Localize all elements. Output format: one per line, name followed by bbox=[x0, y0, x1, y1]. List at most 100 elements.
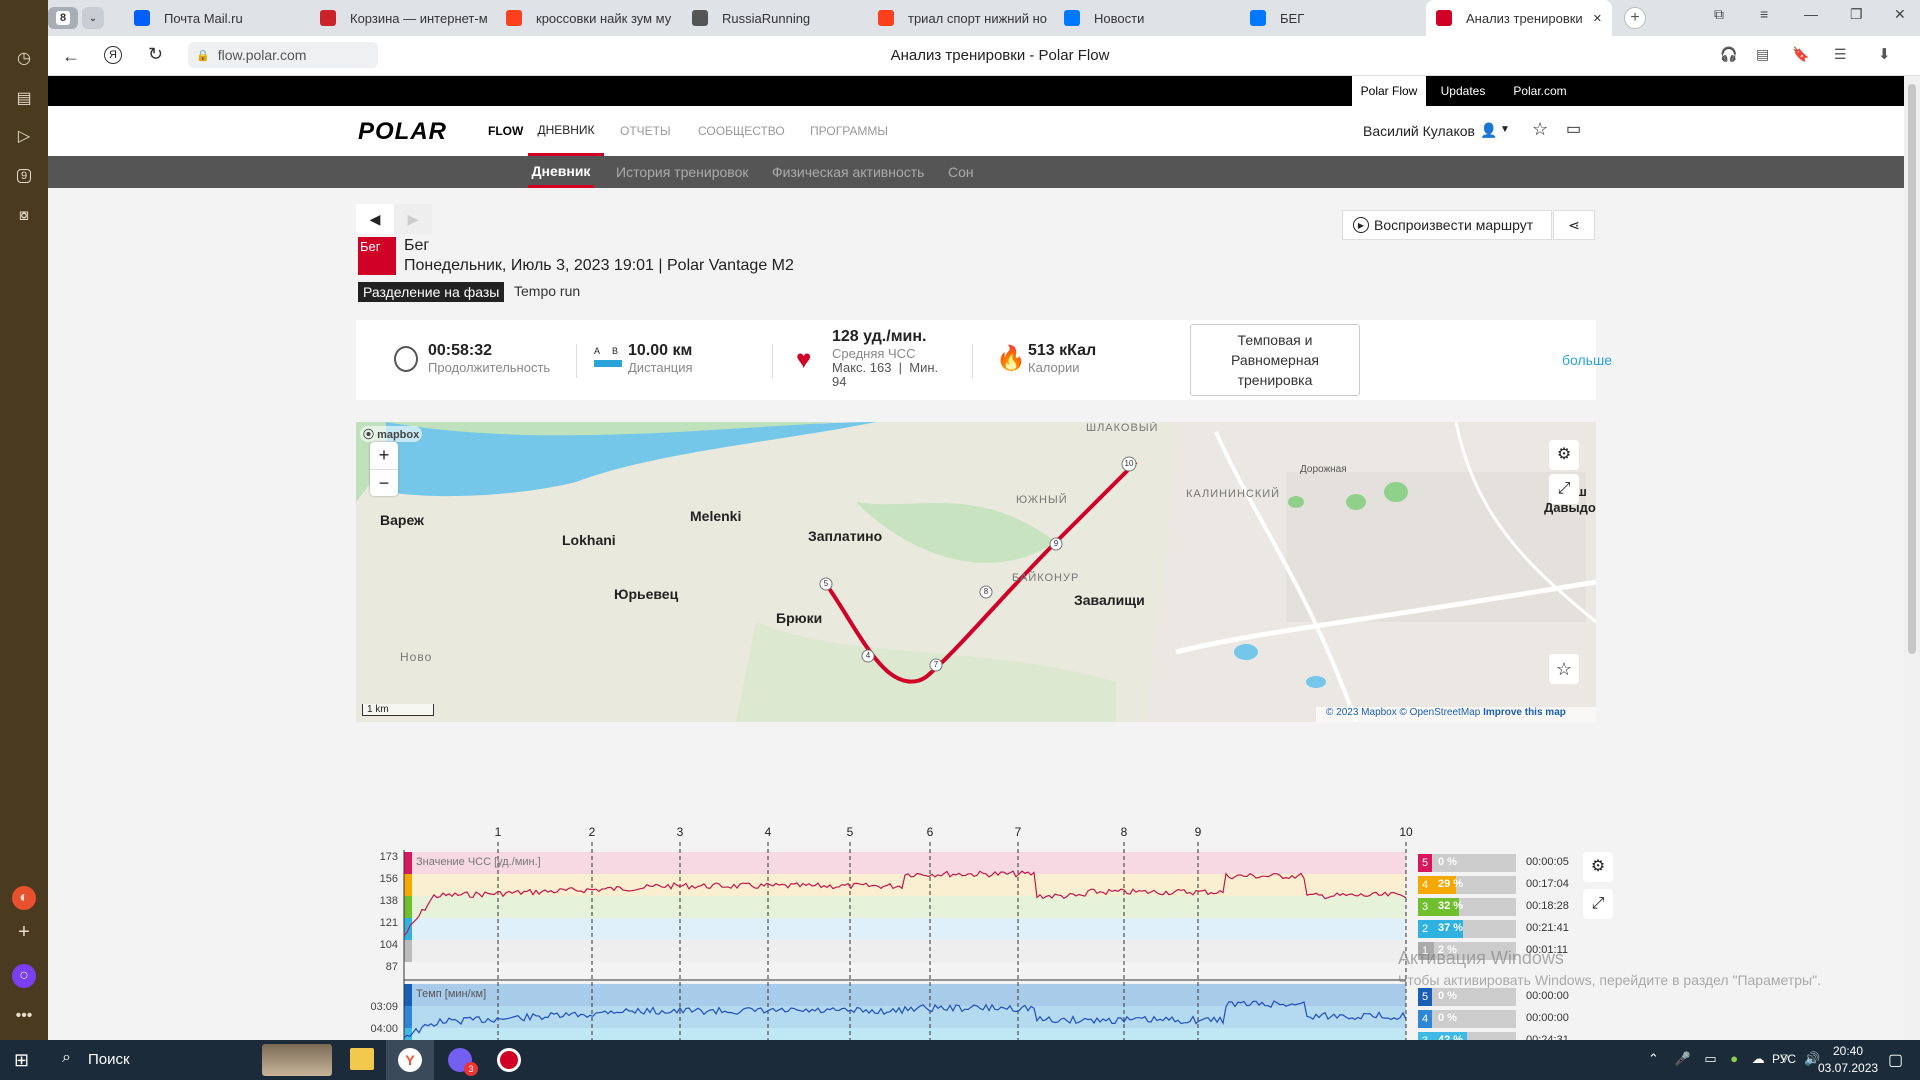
map-settings-button[interactable]: ⚙ bbox=[1549, 440, 1579, 470]
tabs-dropdown-icon[interactable]: ⌄ bbox=[82, 7, 104, 29]
route-map[interactable]: 4 5 7 8 9 10 Вареж Lokhani Melenki Заплатино Юрье… bbox=[356, 422, 1596, 722]
training-benefit-box[interactable]: Темповая и Равномерная тренировка bbox=[1190, 324, 1360, 396]
divider bbox=[576, 344, 577, 378]
downloads-icon[interactable]: ⬇ bbox=[1878, 45, 1891, 63]
zoom-in-button[interactable]: + bbox=[370, 442, 398, 469]
bookmarks-list-icon[interactable]: ☰ bbox=[1834, 46, 1847, 63]
more-icon[interactable]: ••• bbox=[12, 1004, 36, 1028]
bookmark-icon[interactable]: 🔖 bbox=[1792, 46, 1809, 63]
windows-start-icon[interactable]: ⊞ bbox=[14, 1050, 29, 1071]
collections-icon[interactable]: ⧉ bbox=[1714, 6, 1724, 23]
phase-badge[interactable]: Разделение на фазы bbox=[358, 282, 505, 302]
nav-reports[interactable]: ОТЧЕТЫ bbox=[620, 124, 671, 138]
favorites-star-icon[interactable]: ☆ bbox=[1532, 119, 1548, 140]
language-indicator[interactable]: РУС bbox=[1772, 1052, 1796, 1066]
assistant-icon[interactable]: ◐ bbox=[12, 886, 36, 910]
map-place-label: Заплатино bbox=[808, 528, 883, 544]
attribution-text[interactable]: © 2023 Mapbox © OpenStreetMap bbox=[1326, 707, 1480, 718]
clock-time[interactable]: 20:40 bbox=[1818, 1044, 1878, 1058]
improve-map-link[interactable]: Improve this map bbox=[1483, 707, 1566, 718]
tab-label: Новости bbox=[1094, 10, 1145, 26]
subnav-sleep[interactable]: Сон bbox=[948, 164, 974, 180]
yandex-browser-icon[interactable]: Y bbox=[386, 1040, 434, 1080]
alice-icon[interactable]: ○ bbox=[12, 964, 36, 988]
browser-tab[interactable]: RussiaRunning bbox=[682, 0, 862, 36]
onedrive-icon[interactable]: ☁ bbox=[1752, 1051, 1765, 1066]
user-icon[interactable]: 👤 bbox=[1480, 122, 1497, 139]
link-polar-com[interactable]: Polar.com bbox=[1500, 76, 1580, 106]
user-menu-chevron-icon[interactable]: ▼ bbox=[1500, 124, 1510, 135]
link-polar-flow[interactable]: Polar Flow bbox=[1352, 76, 1426, 106]
map-fullscreen-button[interactable]: ⤢ bbox=[1549, 474, 1579, 504]
prev-session-button[interactable]: ◀ bbox=[356, 204, 394, 234]
page-scrollbar[interactable] bbox=[1904, 76, 1920, 1040]
history-icon[interactable]: ◷ bbox=[12, 46, 36, 70]
star-icon: ☆ bbox=[1555, 659, 1573, 679]
browser-tab[interactable]: БЕГ bbox=[1240, 0, 1420, 36]
browser-tab[interactable]: Новости bbox=[1054, 0, 1234, 36]
map-favorite-button[interactable]: ☆ bbox=[1549, 654, 1579, 684]
pace-tick-label: 04:00 bbox=[370, 1023, 398, 1035]
nav-community[interactable]: СООБЩЕСТВО bbox=[698, 124, 785, 138]
lap-label: 7 bbox=[1015, 825, 1022, 839]
browser-tab[interactable]: Почта Mail.ru bbox=[124, 0, 304, 36]
minimize-icon[interactable]: — bbox=[1804, 6, 1818, 22]
messages-icon[interactable]: ▭ bbox=[1566, 119, 1581, 139]
browser-sidebar: ◷ ▤ ▷ 9 ⧇ ◐ + ○ ••• bbox=[0, 0, 48, 1040]
tab-counter[interactable]: 8 bbox=[48, 7, 78, 29]
add-icon[interactable]: + bbox=[12, 920, 36, 944]
scrollbar-thumb[interactable] bbox=[1908, 84, 1916, 654]
polar-flow-app-icon[interactable] bbox=[497, 1048, 521, 1072]
map-place-label: Melenki bbox=[690, 508, 742, 524]
replay-route-button[interactable]: ▶ Воспроизвести маршрут bbox=[1342, 210, 1552, 240]
browser-tab[interactable]: кроссовки найк зум му bbox=[496, 0, 676, 36]
ab-b: B bbox=[612, 346, 619, 356]
chart-expand-button[interactable]: ⤢ bbox=[1583, 889, 1613, 919]
taskbar-search-text[interactable]: Поиск bbox=[88, 1051, 130, 1068]
news-icon[interactable]: ▤ bbox=[12, 86, 36, 110]
link-updates[interactable]: Updates bbox=[1426, 76, 1500, 106]
search-icon[interactable]: ⌕ bbox=[62, 1049, 71, 1067]
close-tab-icon[interactable]: ✕ bbox=[1593, 12, 1602, 25]
update-icon[interactable]: ● bbox=[1730, 1051, 1738, 1066]
avg-hr-label: Средняя ЧСС bbox=[832, 346, 916, 361]
hr-zone-band bbox=[404, 940, 1406, 962]
subnav-history[interactable]: История тренировок bbox=[616, 164, 748, 180]
next-session-button[interactable]: ▶ bbox=[394, 204, 432, 234]
clock-date[interactable]: 03.07.2023 bbox=[1818, 1061, 1878, 1075]
screenshot-icon[interactable]: ⧇ bbox=[12, 204, 36, 228]
file-explorer-icon[interactable] bbox=[350, 1048, 374, 1070]
close-icon[interactable]: ✕ bbox=[1894, 6, 1906, 23]
subnav-diary[interactable]: Дневник bbox=[528, 156, 594, 188]
tab-favicon-icon bbox=[1064, 10, 1080, 26]
address-bar-row: ← Я ↻ 🔒 flow.polar.com Анализ тренировки… bbox=[48, 36, 1920, 76]
new-tab-button[interactable]: + bbox=[1624, 7, 1646, 29]
browser-tab[interactable]: Анализ тренировки ✕ bbox=[1426, 0, 1612, 36]
headphones-icon[interactable]: 🎧 bbox=[1720, 46, 1737, 63]
more-link[interactable]: больше bbox=[1562, 352, 1612, 368]
nav-diary[interactable]: ДНЕВНИК bbox=[528, 106, 604, 156]
browser-tab[interactable]: триал спорт нижний но bbox=[868, 0, 1048, 36]
share-button[interactable]: ⋖ bbox=[1553, 210, 1595, 240]
subnav-activity[interactable]: Физическая активность bbox=[772, 164, 924, 180]
tray-chevron-icon[interactable]: ⌃ bbox=[1648, 1051, 1659, 1066]
user-name[interactable]: Василий Кулаков bbox=[1363, 123, 1475, 139]
zone-time: 00:21:41 bbox=[1526, 922, 1569, 934]
pace-zone-band bbox=[404, 1028, 1406, 1040]
mapbox-logo[interactable]: ⦿ mapbox bbox=[360, 426, 423, 442]
nine-icon[interactable]: 9 bbox=[12, 164, 36, 188]
nav-programs[interactable]: ПРОГРАММЫ bbox=[810, 124, 888, 138]
battery-icon[interactable]: ▭ bbox=[1704, 1051, 1716, 1066]
notifications-icon[interactable]: ▢ bbox=[1888, 1050, 1903, 1070]
zoom-out-button[interactable]: − bbox=[370, 469, 398, 496]
browser-tab[interactable]: Корзина — интернет-м bbox=[310, 0, 490, 36]
chart-settings-button[interactable]: ⚙ bbox=[1583, 852, 1613, 882]
menu-icon[interactable]: ≡ bbox=[1760, 6, 1768, 22]
reader-icon[interactable]: ▤ bbox=[1756, 46, 1769, 63]
maximize-icon[interactable]: ❐ bbox=[1850, 6, 1863, 23]
pace-zone-strip bbox=[404, 984, 412, 1006]
flame-icon: 🔥 bbox=[996, 345, 1026, 372]
polar-logo[interactable]: POLAR bbox=[358, 118, 447, 146]
mic-icon[interactable]: 🎤 bbox=[1675, 1051, 1691, 1066]
video-icon[interactable]: ▷ bbox=[12, 124, 36, 148]
